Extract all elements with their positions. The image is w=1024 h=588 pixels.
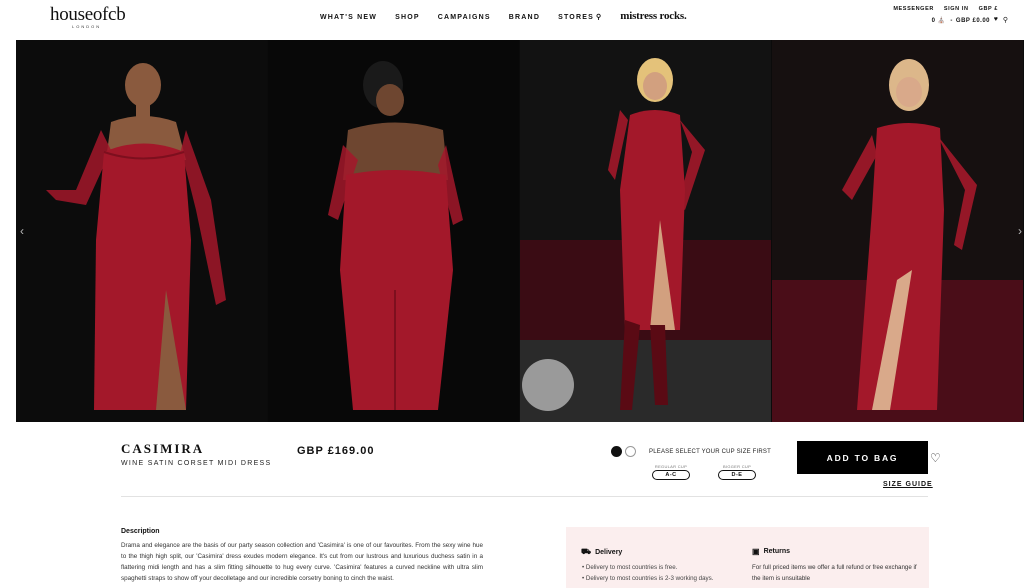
- bag-count: 0: [931, 17, 936, 24]
- add-to-bag-button[interactable]: ADD TO BAG: [797, 441, 928, 474]
- main-nav: WHAT'S NEW SHOP CAMPAIGNS BRAND STORES ⚲…: [320, 10, 705, 22]
- wishlist-heart-icon[interactable]: ♡: [930, 451, 941, 465]
- color-swatches: [611, 446, 639, 457]
- cup-option-label: D-E: [718, 470, 756, 480]
- product-subtitle: WINE SATIN CORSET MIDI DRESS: [121, 460, 272, 467]
- returns-text: For full priced items we offer a full re…: [752, 564, 917, 582]
- bag-summary[interactable]: 0 ⛪ - GBP £0.00: [931, 17, 990, 25]
- nav-whats-new[interactable]: WHAT'S NEW: [320, 14, 377, 21]
- messenger-link[interactable]: MESSENGER: [893, 6, 934, 12]
- currency-selector[interactable]: GBP £: [979, 6, 998, 12]
- logo-subtitle: LONDON: [72, 24, 102, 29]
- returns-title-label: Returns: [763, 548, 791, 555]
- product-gallery: [16, 40, 1024, 422]
- nav-stores-label: STORES: [558, 13, 594, 21]
- box-icon: ▣: [752, 547, 760, 556]
- bag-icon: ⛪: [937, 18, 946, 24]
- cup-option-regular[interactable]: REGULAR CUP A-C: [652, 464, 690, 480]
- delivery-list: • Delivery to most countries is free. • …: [582, 562, 713, 584]
- sign-in-link[interactable]: SIGN IN: [944, 6, 969, 12]
- gallery-next-arrow[interactable]: ›: [1018, 224, 1022, 238]
- delivery-item: • Delivery to most countries is free.: [582, 564, 678, 571]
- product-image-glass-2[interactable]: [772, 40, 1023, 422]
- nav-campaigns[interactable]: CAMPAIGNS: [438, 14, 491, 21]
- delivery-item-text: Delivery to most countries is free.: [585, 564, 678, 571]
- product-image-front[interactable]: [16, 40, 267, 422]
- nav-mistress-rocks[interactable]: mistress rocks.: [620, 10, 686, 22]
- delivery-item-text: Delivery to most countries is 2-3 workin…: [585, 575, 714, 582]
- product-name: CASIMIRA: [121, 441, 205, 456]
- cup-option-caption: BIGGER CUP: [722, 464, 752, 469]
- nav-brand[interactable]: BRAND: [509, 14, 540, 21]
- divider: [121, 496, 928, 497]
- product-price: GBP £169.00: [297, 445, 375, 457]
- pin-icon: ⚲: [595, 14, 603, 21]
- bag-separator: -: [950, 17, 953, 24]
- delivery-title: ⛟ Delivery: [581, 547, 622, 557]
- product-image-back[interactable]: [268, 40, 519, 422]
- swatch-white[interactable]: [625, 446, 636, 457]
- truck-icon: ⛟: [581, 547, 592, 556]
- description-title: Description: [121, 528, 160, 535]
- delivery-returns-panel: ⛟ Delivery • Delivery to most countries …: [566, 527, 929, 588]
- cup-option-label: A-C: [652, 470, 690, 480]
- header-icons: ♥ ⚲: [989, 16, 1008, 24]
- gallery-prev-arrow[interactable]: ‹: [20, 224, 24, 238]
- site-header: houseofcb LONDON WHAT'S NEW SHOP CAMPAIG…: [0, 0, 1024, 40]
- bag-total: GBP £0.00: [955, 17, 990, 24]
- size-guide-link[interactable]: SIZE GUIDE: [883, 481, 933, 488]
- account-links: MESSENGER SIGN IN GBP £: [883, 6, 998, 12]
- cup-size-message: PLEASE SELECT YOUR CUP SIZE FIRST: [649, 449, 771, 455]
- heart-icon[interactable]: ♥: [994, 16, 998, 24]
- swatch-black[interactable]: [611, 446, 622, 457]
- site-logo[interactable]: houseofcb: [50, 4, 126, 26]
- returns-title: ▣ Returns: [752, 547, 790, 556]
- delivery-item: • Delivery to most countries is 2-3 work…: [582, 575, 714, 582]
- nav-shop[interactable]: SHOP: [395, 14, 420, 21]
- description-text: Drama and elegance are the basis of our …: [121, 542, 483, 582]
- cup-option-bigger[interactable]: BIGGER CUP D-E: [718, 464, 756, 480]
- search-icon[interactable]: ⚲: [1003, 16, 1008, 24]
- nav-stores[interactable]: STORES ⚲: [558, 13, 603, 22]
- delivery-title-label: Delivery: [595, 548, 623, 556]
- cup-option-caption: REGULAR CUP: [654, 464, 688, 469]
- product-image-glass[interactable]: [520, 40, 771, 422]
